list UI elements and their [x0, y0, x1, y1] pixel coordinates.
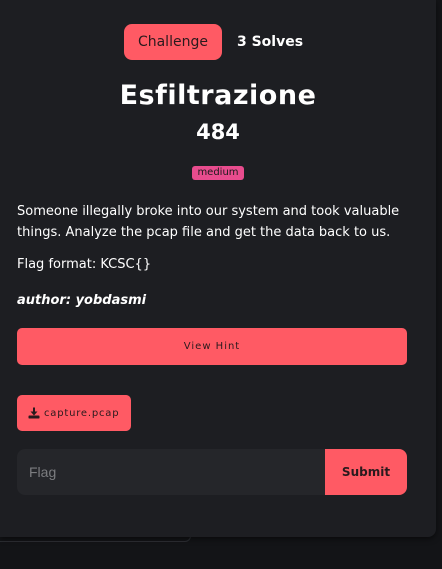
flag-input[interactable] [17, 449, 325, 495]
challenge-modal: Challenge 3 Solves Esfiltrazione 484 med… [0, 0, 436, 537]
file-name: capture.pcap [44, 407, 120, 419]
download-icon [28, 407, 40, 419]
challenge-points: 484 [196, 120, 240, 144]
flag-format-text: Flag format: KCSC{} [17, 257, 152, 272]
challenge-title: Esfiltrazione [119, 80, 317, 111]
view-hint-button[interactable]: View Hint [17, 328, 407, 365]
challenge-description: Someone illegally broke into our system … [17, 204, 400, 240]
difficulty-badge: medium [192, 166, 244, 180]
tab-solves[interactable]: 3 Solves [228, 24, 312, 60]
flag-submit-form: Submit [17, 449, 407, 495]
author-text: author: yobdasmi [17, 293, 147, 308]
tab-challenge[interactable]: Challenge [123, 24, 222, 60]
modal-tabs: Challenge 3 Solves [0, 24, 436, 60]
file-download-button[interactable]: capture.pcap [17, 395, 132, 431]
badge-row: medium [0, 160, 436, 180]
submit-button[interactable]: Submit [325, 449, 407, 495]
